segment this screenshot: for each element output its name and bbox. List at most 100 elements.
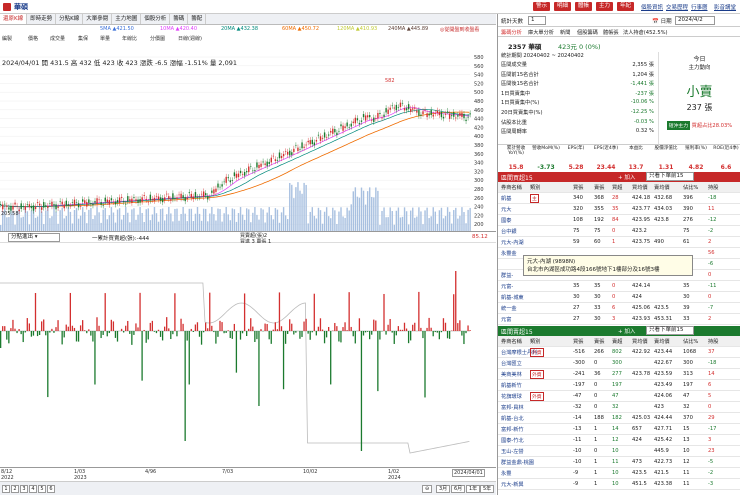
volume-bar bbox=[198, 213, 201, 231]
tab-chips[interactable]: 籌碼 bbox=[170, 14, 189, 24]
table-row[interactable]: 富邦-員林 -32 0 32 423 32 0 bbox=[498, 402, 740, 413]
sell-add-button[interactable]: + 加入 bbox=[618, 327, 635, 335]
table-row[interactable]: 統一金 27 33 6 425.06 423.5 39 -7 bbox=[498, 303, 740, 314]
account-button[interactable]: 體帳 bbox=[575, 2, 593, 11]
tab-big-order[interactable]: 大單參閱 bbox=[83, 14, 113, 24]
table-row[interactable]: 台中銀 75 75 0 423.2 75 -2 bbox=[498, 226, 740, 237]
page-4[interactable]: 4 bbox=[29, 485, 37, 493]
table-row[interactable]: 國泰 108 192 84 423.95 423.8 276 -12 bbox=[498, 215, 740, 226]
sell-view-select[interactable]: 只看下單前15 bbox=[646, 326, 694, 335]
days-select[interactable]: 1 bbox=[528, 16, 546, 25]
column-header[interactable]: 賣均價 bbox=[654, 184, 670, 191]
zoom-out-button[interactable]: ⊖ bbox=[422, 485, 433, 493]
column-header[interactable]: 買均價 bbox=[632, 338, 648, 345]
column-header[interactable]: 券商名稱 bbox=[501, 184, 522, 191]
table-row[interactable]: 台灣匯立 -300 0 300 422.67 300 -18 bbox=[498, 358, 740, 369]
table-row[interactable]: 元大-內湖 59 60 1 423.75 490 61 2 bbox=[498, 237, 740, 248]
net-bar bbox=[272, 329, 274, 331]
alert-button[interactable]: 警示 bbox=[533, 2, 551, 11]
period-6m[interactable]: 6月 bbox=[451, 485, 466, 493]
main-force-button[interactable]: 主力 bbox=[596, 2, 614, 11]
column-header[interactable]: 買超 bbox=[612, 184, 622, 191]
column-header[interactable]: 券商名稱 bbox=[501, 338, 522, 345]
table-row[interactable]: 元富- 35 35 0 424.14 35 -11 bbox=[498, 281, 740, 292]
opt-price-dist[interactable]: 分價圖 bbox=[150, 35, 165, 42]
date-input[interactable]: 2024/4/2 bbox=[675, 16, 715, 25]
subtab-account[interactable]: 體帳張 bbox=[603, 29, 619, 36]
opt-period[interactable]: 日線(週線) bbox=[178, 35, 202, 42]
table-row[interactable]: 凱基-城東 30 30 0 424 30 0 bbox=[498, 292, 740, 303]
table-row[interactable]: 元大-新興 -9 1 10 451.5 423.38 11 -3 bbox=[498, 479, 740, 490]
opt-edit[interactable]: 編製 bbox=[2, 35, 12, 42]
table-row[interactable]: 元大 320 355 35 423.77 434.03 390 11 bbox=[498, 204, 740, 215]
subtab-institution[interactable]: 法人持倉(452.5%) bbox=[623, 29, 668, 36]
subtab-chips[interactable]: 籌碼分析 bbox=[501, 29, 522, 36]
subtab-news[interactable]: 新聞 bbox=[560, 29, 570, 36]
table-row[interactable]: 美商美林 外資 -241 36 277 423.78 423.59 313 14 bbox=[498, 369, 740, 380]
column-header[interactable]: 佔比% bbox=[683, 184, 698, 191]
column-header[interactable]: 買張 bbox=[573, 184, 583, 191]
sub-indicator-select[interactable]: 分點進出 ▾ bbox=[8, 233, 60, 242]
subtab-big-order[interactable]: 庫大單分析 bbox=[528, 29, 554, 36]
column-header[interactable]: 賣張 bbox=[594, 338, 604, 345]
buy-view-select[interactable]: 只看下單前15 bbox=[646, 172, 694, 181]
period-3m[interactable]: 3月 bbox=[436, 485, 451, 493]
table-row[interactable]: 花旗環球 外資 -47 0 47 424.06 47 5 bbox=[498, 391, 740, 402]
period-5y[interactable]: 5年 bbox=[480, 485, 495, 493]
table-row[interactable]: 元富 27 30 3 423.93 453.31 33 2 bbox=[498, 314, 740, 325]
tab-chip-config[interactable]: 籌配 bbox=[188, 14, 207, 24]
table-row[interactable]: 凱基-台北 -14 188 182 425.03 424.44 370 29 bbox=[498, 413, 740, 424]
opt-order[interactable]: 單量 bbox=[100, 35, 110, 42]
table-row[interactable]: 凱基 主 340 368 28 424.18 432.68 396 -18 bbox=[498, 193, 740, 204]
tab-minute-kline[interactable]: 分點K線 bbox=[56, 14, 84, 24]
table-row[interactable]: 台灣摩根士丹利 外資 -516 266 802 422.92 423.44 1068 37 bbox=[498, 347, 740, 358]
open-close-link[interactable]: ◎從開盤到收盤看 bbox=[440, 26, 479, 33]
candle bbox=[79, 206, 82, 207]
column-header[interactable]: 買均價 bbox=[632, 184, 648, 191]
opt-volume[interactable]: 成交量 bbox=[50, 35, 65, 42]
table-row[interactable]: 永豐 -9 1 10 423.5 421.5 11 -2 bbox=[498, 468, 740, 479]
column-header[interactable]: 持股 bbox=[708, 184, 718, 191]
page-2[interactable]: 2 bbox=[11, 485, 19, 493]
table-row[interactable]: 富邦-新竹 -13 1 14 657 427.71 15 -17 bbox=[498, 424, 740, 435]
detail-button[interactable]: 明細 bbox=[554, 2, 572, 11]
column-header[interactable]: 類別 bbox=[530, 184, 540, 191]
column-header[interactable]: 類別 bbox=[530, 338, 540, 345]
table-row[interactable]: 凱基新竹 -197 0 197 423.49 197 6 bbox=[498, 380, 740, 391]
video-link[interactable]: 影音講堂 bbox=[714, 3, 736, 11]
page-5[interactable]: 5 bbox=[38, 485, 46, 493]
column-header[interactable]: 佔比% bbox=[683, 338, 698, 345]
page-3[interactable]: 3 bbox=[20, 485, 28, 493]
period-1y[interactable]: 1年 bbox=[466, 485, 481, 493]
stock-info-link[interactable]: 個股資訊 bbox=[641, 3, 663, 11]
table-row[interactable]: 群益金鼎-桃園 -10 1 11 473 422.73 12 -5 bbox=[498, 457, 740, 468]
column-header[interactable]: 買張 bbox=[573, 338, 583, 345]
year-button[interactable]: 年紀 bbox=[617, 2, 635, 11]
table-row[interactable]: 玉山-左營 -10 0 10 445.9 10 23 bbox=[498, 446, 740, 457]
ohlc-readout: 2024/04/01 開 431.5 高 432 低 423 收 423 漲跌 … bbox=[2, 59, 238, 67]
buy-add-button[interactable]: + 加入 bbox=[618, 173, 635, 181]
table-row[interactable]: 國泰-竹北 -11 1 12 424 425.42 13 3 bbox=[498, 435, 740, 446]
trade-history-link[interactable]: 交易歷程 bbox=[666, 3, 688, 11]
tab-stock-analysis[interactable]: 個股分析 bbox=[141, 14, 171, 24]
price-chart[interactable]: 580 560 540 520 500 480 460 440 420 400 380 360 340 3… bbox=[0, 43, 496, 231]
column-header[interactable]: 賣張 bbox=[594, 184, 604, 191]
opt-year-ratio[interactable]: 年線比 bbox=[122, 35, 137, 42]
broker-net-chart[interactable] bbox=[0, 243, 496, 465]
tab-force-map[interactable]: 主力地圖 bbox=[112, 14, 142, 24]
opt-custody[interactable]: 集保 bbox=[78, 35, 88, 42]
column-header[interactable]: 賣超 bbox=[612, 338, 622, 345]
page-1[interactable]: 1 bbox=[2, 485, 10, 493]
tab-adjusted-kline[interactable]: 還原K線 bbox=[0, 14, 28, 24]
candle bbox=[379, 112, 381, 114]
column-header[interactable]: 賣均價 bbox=[654, 338, 670, 345]
candle bbox=[69, 205, 72, 207]
table-cell: 423.77 bbox=[632, 206, 651, 212]
page-6[interactable]: 6 bbox=[47, 485, 55, 493]
column-header[interactable]: 持股 bbox=[708, 338, 718, 345]
tab-intraday[interactable]: 即時走勢 bbox=[27, 14, 57, 24]
subtab-stock-chips[interactable]: 個股籌碼 bbox=[577, 29, 598, 36]
net-bar bbox=[10, 328, 12, 331]
opt-price[interactable]: 價格 bbox=[28, 35, 38, 42]
calendar-link[interactable]: 行事曆 bbox=[691, 3, 708, 11]
